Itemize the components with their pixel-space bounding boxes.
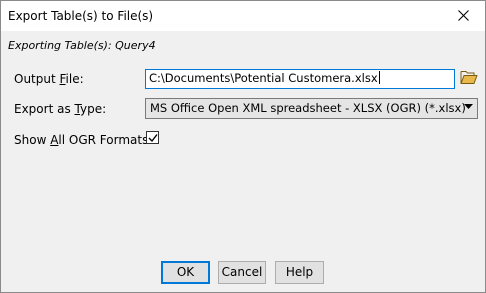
exporting-subtitle: Exporting Table(s): Query4 bbox=[8, 39, 156, 52]
export-type-dropdown[interactable]: MS Office Open XML spreadsheet - XLSX (O… bbox=[145, 98, 478, 119]
output-file-input[interactable]: C:\Documents\Potential Customera.xlsx bbox=[145, 69, 455, 89]
text-caret bbox=[378, 71, 380, 84]
cancel-button[interactable]: Cancel bbox=[218, 261, 266, 284]
close-icon bbox=[458, 10, 469, 21]
export-type-selected: MS Office Open XML spreadsheet - XLSX (O… bbox=[150, 101, 466, 115]
export-dialog: Export Table(s) to File(s) Exporting Tab… bbox=[0, 0, 486, 293]
ok-button[interactable]: OK bbox=[161, 261, 210, 284]
output-file-label: Output File: bbox=[14, 72, 84, 86]
export-type-label: Export as Type: bbox=[14, 102, 107, 116]
show-all-formats-checkbox[interactable] bbox=[146, 131, 159, 144]
window-title: Export Table(s) to File(s) bbox=[8, 9, 154, 23]
chevron-down-icon bbox=[464, 104, 473, 109]
show-all-formats-label: Show All OGR Formats: bbox=[14, 133, 153, 147]
checkmark-icon bbox=[148, 134, 158, 143]
title-bar: Export Table(s) to File(s) bbox=[1, 1, 485, 31]
open-folder-icon bbox=[460, 71, 478, 84]
help-button[interactable]: Help bbox=[275, 261, 324, 284]
close-button[interactable] bbox=[441, 1, 485, 31]
browse-folder-button[interactable] bbox=[460, 69, 478, 87]
output-file-value: C:\Documents\Potential Customera.xlsx bbox=[149, 71, 378, 85]
